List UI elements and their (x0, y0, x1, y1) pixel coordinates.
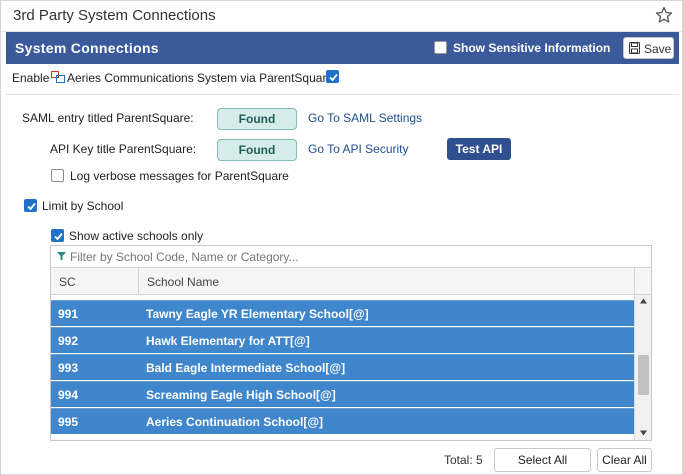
page-title: 3rd Party System Connections (13, 7, 216, 24)
connections-page: 3rd Party System Connections System Conn… (0, 0, 683, 475)
table-row[interactable]: 992 Hawk Elementary for ATT[@] (51, 327, 634, 353)
school-filter-input[interactable] (70, 250, 640, 264)
column-header-sc[interactable]: SC (59, 275, 76, 289)
school-name: Hawk Elementary for ATT[@] (146, 334, 310, 348)
active-schools-label: Show active schools only (69, 229, 204, 243)
scroll-up-arrow-icon[interactable] (639, 297, 648, 305)
table-row[interactable]: 995 Aeries Continuation School[@] (51, 408, 634, 434)
api-found-badge: Found (217, 139, 297, 161)
section-title: System Connections (15, 40, 159, 56)
grid-rows: 991 Tawny Eagle YR Elementary School[@] … (51, 295, 634, 440)
grid-header-row: SC School Name (51, 268, 651, 295)
divider (6, 94, 679, 95)
table-row[interactable]: 991 Tawny Eagle YR Elementary School[@] (51, 300, 634, 326)
scrollbar-thumb[interactable] (638, 355, 649, 395)
verbose-label: Log verbose messages for ParentSquare (70, 169, 289, 183)
school-code: 992 (58, 334, 79, 348)
grid-filter-row (51, 246, 651, 268)
limit-by-school-checkbox[interactable] (24, 199, 37, 212)
enable-checkbox[interactable] (326, 70, 339, 83)
select-all-schools-button[interactable]: Select All Schools (494, 448, 591, 472)
test-api-button[interactable]: Test API (447, 138, 511, 160)
school-name: Screaming Eagle High School[@] (146, 388, 336, 402)
saml-found-badge: Found (217, 108, 297, 130)
column-separator (634, 268, 635, 295)
school-name: Aeries Continuation School[@] (146, 415, 324, 429)
check-icon (54, 232, 63, 241)
parentsquare-icon (51, 71, 65, 83)
clear-all-button[interactable]: Clear All (597, 448, 652, 472)
column-header-school-name[interactable]: School Name (147, 275, 219, 289)
school-name: Tawny Eagle YR Elementary School[@] (146, 307, 369, 321)
save-label: Save (644, 42, 672, 56)
school-code: 995 (58, 415, 79, 429)
section-header-bar: System Connections Show Sensitive Inform… (6, 32, 679, 64)
page-header: 3rd Party System Connections (1, 1, 682, 32)
limit-by-school-label: Limit by School (42, 199, 124, 213)
sensitive-info-label: Show Sensitive Information (453, 41, 611, 55)
grid-scrollbar[interactable] (634, 295, 651, 440)
enable-prefix: Enable (12, 71, 50, 85)
star-icon[interactable] (655, 6, 673, 24)
sensitive-info-checkbox[interactable] (434, 41, 447, 54)
scroll-down-arrow-icon[interactable] (639, 429, 648, 437)
total-count: Total: 5 (444, 453, 483, 467)
filter-icon (57, 252, 66, 261)
school-code: 991 (58, 307, 79, 321)
column-separator (138, 268, 139, 295)
saml-settings-link[interactable]: Go To SAML Settings (308, 111, 422, 125)
table-row[interactable]: 993 Bald Eagle Intermediate School[@] (51, 354, 634, 380)
school-code: 993 (58, 361, 79, 375)
table-row[interactable]: 994 Screaming Eagle High School[@] (51, 381, 634, 407)
check-icon (329, 73, 338, 82)
active-schools-checkbox[interactable] (51, 229, 64, 242)
school-name: Bald Eagle Intermediate School[@] (146, 361, 346, 375)
api-key-label: API Key title ParentSquare: (50, 142, 197, 156)
api-security-link[interactable]: Go To API Security (308, 142, 409, 156)
saml-label: SAML entry titled ParentSquare: (22, 111, 194, 125)
verbose-checkbox[interactable] (51, 169, 64, 182)
save-button[interactable]: Save (623, 37, 674, 59)
school-code: 994 (58, 388, 79, 402)
schools-grid: SC School Name 991 Tawny Eagle YR Elemen… (50, 245, 652, 441)
check-icon (27, 202, 36, 211)
enable-label: Aeries Communications System via ParentS… (67, 71, 337, 85)
floppy-disk-icon (629, 42, 640, 54)
